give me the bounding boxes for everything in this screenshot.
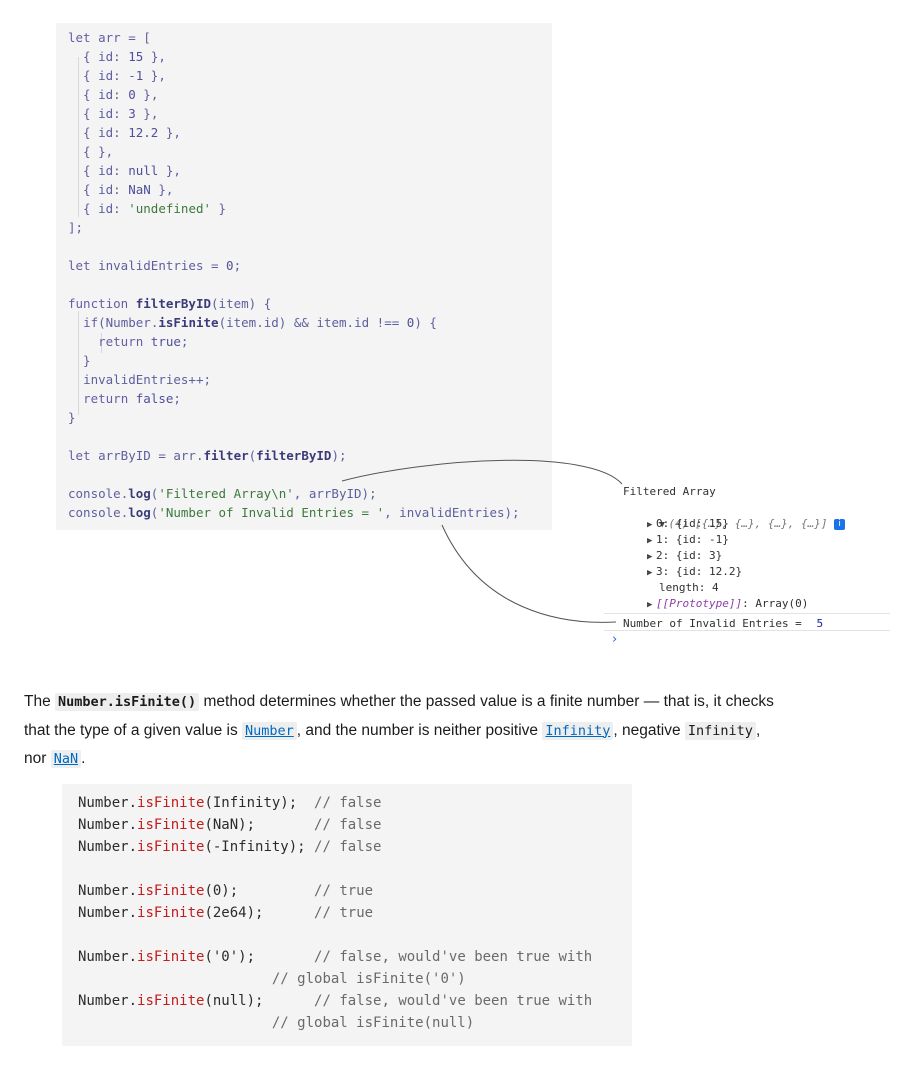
- collapsed-triangle-icon: ▶: [647, 520, 653, 530]
- console-divider: [604, 613, 890, 614]
- code-line: Number.isFinite(null); // false, would'v…: [78, 993, 593, 1009]
- collapsed-triangle-icon: ▶: [647, 552, 653, 562]
- array-prototype[interactable]: ▶ [[Prototype]]: Array(0): [647, 596, 808, 613]
- array-length: length: 4: [659, 581, 719, 594]
- console-prompt-icon[interactable]: ›: [612, 632, 617, 647]
- nan-link[interactable]: NaN: [50, 750, 82, 768]
- method-name-code: Number.isFinite(): [55, 693, 200, 711]
- array-item-0[interactable]: ▶ 0: {id: 15}: [647, 516, 729, 533]
- description-paragraph: The Number.isFinite() method determines …: [24, 693, 774, 768]
- collapsed-triangle-icon: ▶: [647, 600, 653, 610]
- code-line: // global isFinite('0'): [271, 971, 466, 987]
- array-item-1[interactable]: ▶ 1: {id: -1}: [647, 532, 729, 549]
- arrow-filtered: [341, 459, 623, 485]
- infinity-link[interactable]: Infinity: [542, 721, 614, 740]
- number-link[interactable]: Number: [242, 721, 297, 740]
- code-line: Number.isFinite(NaN); // false: [78, 817, 382, 833]
- code-line: Number.isFinite(2e64); // true: [78, 905, 374, 921]
- code-line: Number.isFinite(-Infinity); // false: [78, 839, 382, 855]
- array-item-2[interactable]: ▶ 2: {id: 3}: [647, 548, 722, 565]
- infinity-code: Infinity: [684, 721, 756, 740]
- code-line: Number.isFinite('0'); // false, would've…: [78, 949, 593, 965]
- isfinite-examples-code-block: Number.isFinite(Infinity); // false Numbe…: [62, 784, 632, 1046]
- code-line: Number.isFinite(0); // true: [78, 883, 374, 899]
- array-item-3[interactable]: ▶ 3: {id: 12.2}: [647, 564, 742, 581]
- collapsed-triangle-icon: ▶: [647, 536, 653, 546]
- code-line: // global isFinite(null): [271, 1015, 475, 1031]
- info-icon[interactable]: i: [834, 518, 846, 530]
- collapsed-triangle-icon: ▶: [647, 568, 653, 578]
- console-header: Filtered Array: [623, 485, 716, 498]
- arrow-invalid: [441, 524, 617, 623]
- console-output-panel: Filtered Array ▼ (4) [{…}, {…}, {…}, {…}]…: [604, 482, 894, 652]
- console-divider: [604, 630, 890, 631]
- code-line: Number.isFinite(Infinity); // false: [78, 795, 382, 811]
